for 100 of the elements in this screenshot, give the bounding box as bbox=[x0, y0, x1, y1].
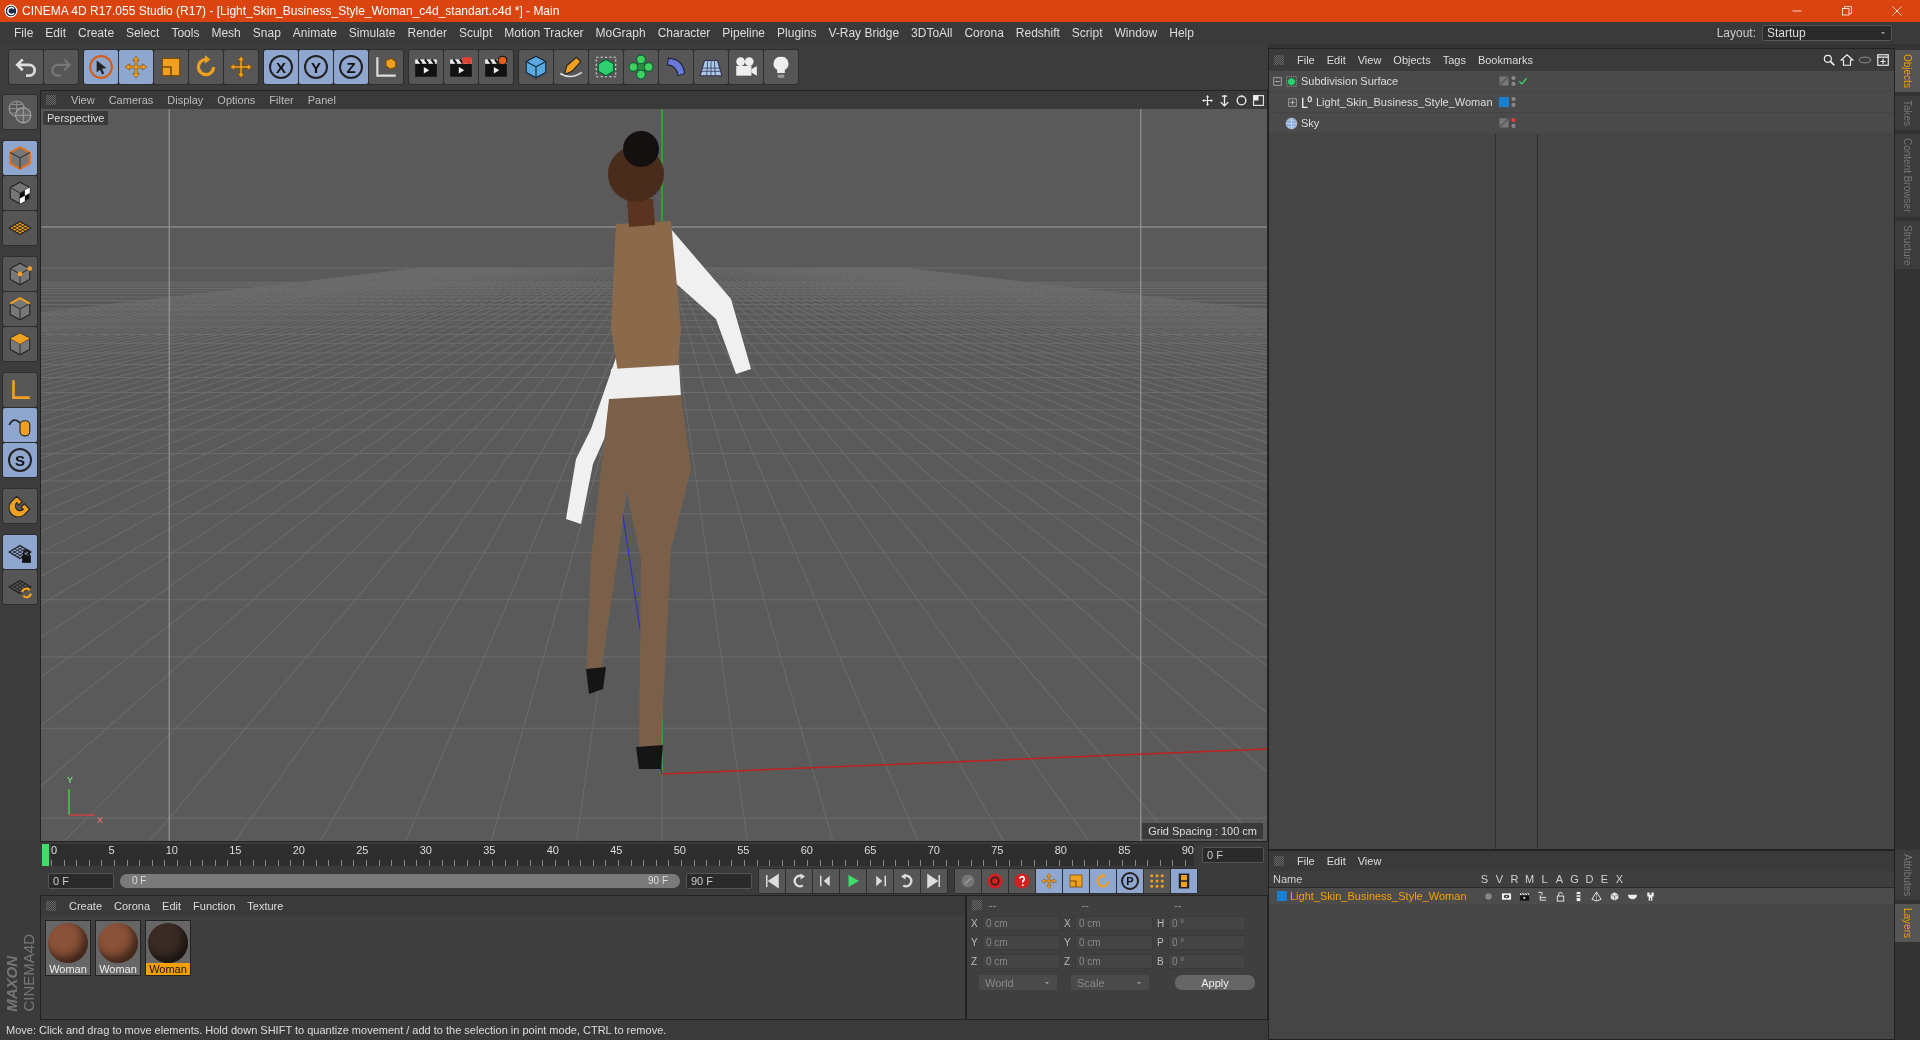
menu-item[interactable]: Simulate bbox=[342, 26, 402, 40]
menu-item[interactable]: Tools bbox=[165, 26, 206, 40]
menu-item[interactable]: Texture bbox=[241, 900, 290, 912]
expander-minus-icon[interactable] bbox=[1273, 76, 1282, 86]
tool-button[interactable] bbox=[3, 257, 37, 291]
visibility-dots-icon[interactable] bbox=[1511, 96, 1516, 108]
menu-item[interactable]: Create bbox=[72, 26, 121, 40]
menu-item[interactable]: Help bbox=[1163, 26, 1200, 40]
menu-item[interactable]: Mesh bbox=[205, 26, 247, 40]
object-row[interactable]: Sky bbox=[1269, 113, 1894, 134]
tool-button[interactable] bbox=[444, 50, 478, 84]
menu-item[interactable]: Objects bbox=[1387, 54, 1437, 66]
menu-item[interactable]: Function bbox=[187, 900, 242, 912]
tool-button[interactable]: Y bbox=[299, 50, 333, 84]
frame-field[interactable]: 90 F bbox=[686, 873, 752, 889]
tool-button[interactable] bbox=[729, 50, 763, 84]
menu-item[interactable]: 3DToAll bbox=[905, 26, 959, 40]
tool-button[interactable] bbox=[694, 50, 728, 84]
playback-button[interactable] bbox=[894, 869, 920, 893]
menu-item[interactable]: File bbox=[1291, 855, 1321, 867]
playback-button[interactable] bbox=[867, 869, 893, 893]
expander-plus-icon[interactable] bbox=[1288, 97, 1297, 107]
tool-button[interactable] bbox=[84, 50, 118, 84]
menu-item[interactable]: View bbox=[1351, 855, 1388, 867]
side-tab[interactable]: Objects bbox=[1895, 50, 1920, 92]
tool-button[interactable] bbox=[3, 489, 37, 523]
object-row[interactable]: Subdivision Surface bbox=[1269, 71, 1894, 92]
side-tab[interactable]: Layers bbox=[1895, 904, 1920, 943]
tool-button[interactable] bbox=[3, 176, 37, 210]
timeline-ruler[interactable]: 0 5 10 15 20 25 30 35 40 45 50 55 60 65 70 75 80 85 90 bbox=[51, 843, 1194, 866]
playback-button[interactable] bbox=[759, 869, 785, 893]
playhead-marker[interactable] bbox=[42, 843, 49, 866]
range-end-label: 90 F bbox=[648, 875, 668, 887]
menu-item[interactable]: Script bbox=[1065, 26, 1109, 40]
menu-item[interactable]: MoGraph bbox=[589, 26, 652, 40]
key-disabled-icon bbox=[959, 872, 977, 890]
menu-item[interactable]: View bbox=[65, 94, 101, 106]
tool-button[interactable]: Z bbox=[334, 50, 368, 84]
playback-button[interactable] bbox=[813, 869, 839, 893]
close-icon bbox=[1891, 5, 1903, 17]
menu-item[interactable]: Edit bbox=[1320, 54, 1352, 66]
menu-item[interactable]: Motion Tracker bbox=[498, 26, 590, 40]
menu-item[interactable]: Cameras bbox=[102, 94, 160, 106]
tool-button[interactable] bbox=[3, 211, 37, 245]
tool-button[interactable] bbox=[3, 570, 37, 604]
tool-button[interactable]: P bbox=[1117, 869, 1143, 893]
menu-item[interactable]: Display bbox=[161, 94, 210, 106]
tool-button[interactable] bbox=[409, 50, 443, 84]
material-tile[interactable]: Woman bbox=[45, 920, 91, 976]
menu-item[interactable]: Redshift bbox=[1009, 26, 1066, 40]
tool-button[interactable] bbox=[764, 50, 798, 84]
layer-row[interactable]: Light_Skin_Business_Style_Woman bbox=[1269, 888, 1894, 904]
menu-item[interactable]: Create bbox=[63, 900, 109, 912]
menu-item[interactable]: Render bbox=[401, 26, 453, 40]
menu-item[interactable]: V-Ray Bridge bbox=[822, 26, 906, 40]
menu-item[interactable]: Options bbox=[211, 94, 262, 106]
menu-item[interactable]: Pipeline bbox=[716, 26, 772, 40]
menu-item[interactable]: Plugins bbox=[771, 26, 823, 40]
menu-item[interactable]: File bbox=[8, 26, 40, 40]
visibility-dots-icon[interactable] bbox=[1511, 117, 1516, 129]
frame-field[interactable]: 0 F bbox=[48, 873, 114, 889]
menu-item[interactable]: Select bbox=[120, 26, 166, 40]
playback-button[interactable] bbox=[840, 869, 866, 893]
menu-item[interactable]: Tags bbox=[1436, 54, 1472, 66]
menu-item[interactable]: Panel bbox=[301, 94, 342, 106]
tool-button[interactable]: S bbox=[3, 443, 37, 477]
menu-item[interactable]: File bbox=[1291, 54, 1321, 66]
material-tile[interactable]: Woman bbox=[95, 920, 141, 976]
tool-button[interactable] bbox=[3, 327, 37, 361]
menu-item[interactable]: Filter bbox=[263, 94, 300, 106]
menu-item[interactable]: Corona bbox=[108, 900, 157, 912]
menu-item[interactable]: Window bbox=[1108, 26, 1164, 40]
menu-item[interactable]: Snap bbox=[246, 26, 287, 40]
menu-item[interactable]: Edit bbox=[1320, 855, 1352, 867]
tool-button[interactable] bbox=[3, 292, 37, 326]
layer-color-swatch[interactable] bbox=[1277, 891, 1287, 901]
tool-button[interactable]: X bbox=[264, 50, 298, 84]
menu-item[interactable]: Corona bbox=[958, 26, 1010, 40]
visibility-dots-icon[interactable] bbox=[1511, 75, 1516, 87]
menu-item[interactable]: Animate bbox=[286, 26, 343, 40]
menu-item[interactable]: Edit bbox=[39, 26, 73, 40]
tool-button[interactable] bbox=[479, 50, 513, 84]
material-tile[interactable]: Woman bbox=[145, 920, 191, 976]
menu-item[interactable]: Bookmarks bbox=[1471, 54, 1539, 66]
playback-button[interactable] bbox=[786, 869, 812, 893]
menu-item[interactable]: Character bbox=[651, 26, 717, 40]
tool-button[interactable] bbox=[3, 535, 37, 569]
playback-button[interactable] bbox=[921, 869, 947, 893]
layer-color-swatch[interactable] bbox=[1499, 97, 1509, 107]
status-text: Move: Click and drag to move elements. Hold down SHIFT to quantize movement / add to the selection in point mode, CTRL to remove. bbox=[0, 1020, 1268, 1040]
tool-button[interactable] bbox=[3, 408, 37, 442]
object-row[interactable]: Light_Skin_Business_Style_Woman bbox=[1269, 92, 1894, 113]
layout-dropdown[interactable]: Startup bbox=[1762, 25, 1892, 41]
menu-item[interactable]: Sculpt bbox=[452, 26, 499, 40]
apply-button[interactable]: Apply bbox=[1175, 975, 1255, 990]
menu-item[interactable]: Edit bbox=[156, 900, 188, 912]
tool-button[interactable] bbox=[554, 50, 588, 84]
menu-item[interactable]: View bbox=[1351, 54, 1388, 66]
frame-field[interactable]: 0 F bbox=[1202, 846, 1264, 863]
tool-button[interactable] bbox=[1171, 869, 1197, 893]
